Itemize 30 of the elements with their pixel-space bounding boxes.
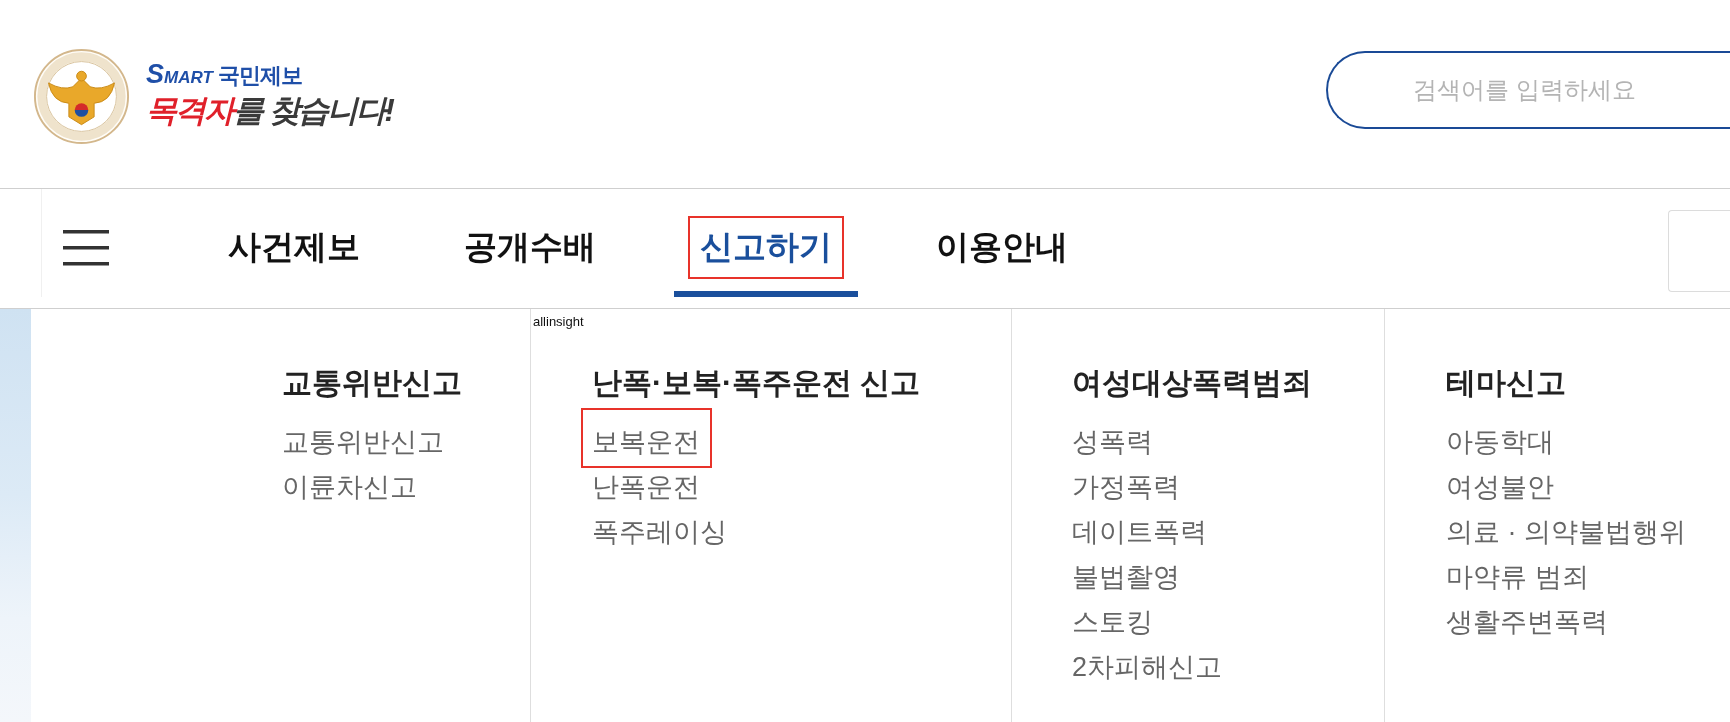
emblem-icon [33,47,130,145]
menu-link[interactable]: 여성불안 [1446,465,1554,510]
corner-note-text: allinsight [533,314,584,329]
menu-link[interactable]: 난폭운전 [592,465,700,510]
nav-tab[interactable]: 이용안내 [910,189,1094,297]
brand-name-text: 국민제보 [217,63,302,89]
menu-link[interactable]: 마약류 범죄 [1446,555,1589,600]
menu-link[interactable]: 이륜차신고 [282,465,417,510]
menu-icon[interactable] [63,229,109,267]
nav-tab[interactable]: 사건제보 [202,189,386,297]
menu-link[interactable]: 의료 · 의약불법행위 [1446,510,1686,555]
menu-link[interactable]: 아동학대 [1446,420,1554,465]
menu-heading: 난폭·보복·폭주운전 신고 [592,365,922,401]
menu-heading: 여성대상폭력범죄 [1072,365,1313,401]
menu-link[interactable]: 생활주변폭력 [1446,600,1608,645]
nav-tab[interactable]: 신고하기 [674,189,858,297]
menu-link[interactable]: 교통위반신고 [282,420,444,465]
nav-tab[interactable]: 공개수배 [438,189,622,297]
menu-link[interactable]: 스토킹 [1072,600,1153,645]
menu-link[interactable]: 데이트폭력 [1072,510,1207,555]
menu-heading: 교통위반신고 [282,365,463,401]
menu-heading: 테마신고 [1446,365,1567,401]
brand-prefix-text: SMART [146,61,213,91]
menu-link[interactable]: 2차피해신고 [1072,645,1223,690]
menu-link[interactable]: 성폭력 [1072,420,1153,465]
menu-link[interactable]: 불법촬영 [1072,555,1180,600]
menu-link[interactable]: 폭주레이싱 [592,510,727,555]
menu-link[interactable]: 보복운전 [592,420,700,465]
menu-link[interactable]: 가정폭력 [1072,465,1180,510]
search-field[interactable]: 검색어를 입력하세요 [1326,51,1730,129]
